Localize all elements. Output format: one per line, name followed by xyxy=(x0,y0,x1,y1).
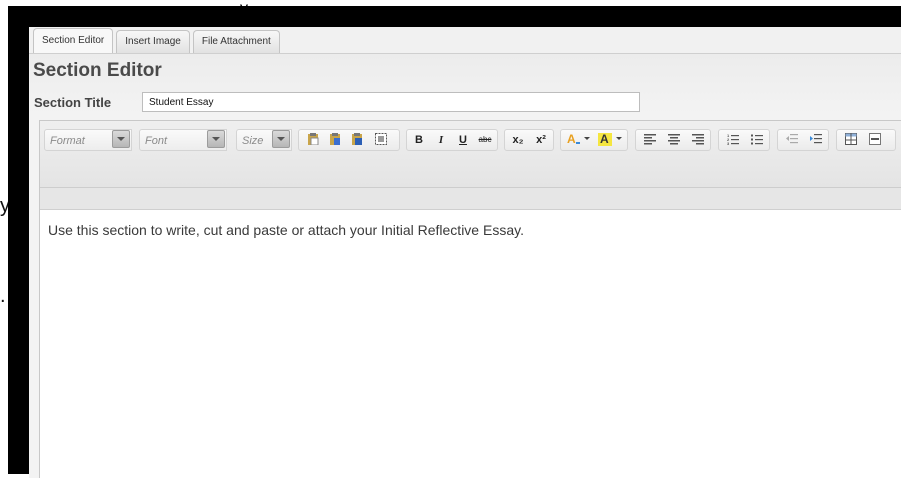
underline-button[interactable]: U xyxy=(453,130,473,150)
tab-insert-image[interactable]: Insert Image xyxy=(116,30,190,53)
section-title-row: Section Title xyxy=(34,90,640,114)
section-editor-panel: Section Editor Section Title Format Font xyxy=(29,53,901,478)
bulleted-list-icon[interactable] xyxy=(747,130,767,150)
tab-file-attachment[interactable]: File Attachment xyxy=(192,30,280,53)
svg-text:A: A xyxy=(600,132,609,146)
paste-text-icon[interactable] xyxy=(325,130,345,150)
text-color-icon[interactable]: A xyxy=(565,130,593,150)
script-group: x₂ x² xyxy=(504,129,554,151)
section-title-input[interactable] xyxy=(142,92,640,112)
align-center-icon[interactable] xyxy=(664,130,684,150)
select-all-icon[interactable] xyxy=(371,130,391,150)
table-group xyxy=(836,129,896,151)
background-page-text: . xyxy=(0,285,6,307)
strikethrough-button[interactable]: abc xyxy=(475,130,495,150)
screenshot-frame: Section Editor Insert Image File Attachm… xyxy=(8,6,901,478)
highlight-color-icon[interactable]: A xyxy=(597,130,625,150)
section-editor-window: Section Editor Insert Image File Attachm… xyxy=(29,27,901,478)
paste-word-icon[interactable] xyxy=(347,130,367,150)
subscript-button[interactable]: x₂ xyxy=(508,130,528,150)
color-group: A A xyxy=(560,129,628,151)
text-style-group: B I U abc xyxy=(406,129,498,151)
size-dropdown-arrow-icon[interactable] xyxy=(272,130,290,148)
page-title: Section Editor xyxy=(33,60,162,81)
rich-text-editor: Format Font Size B I U abc x₂ x² A A 1 2… xyxy=(39,120,901,478)
format-dropdown-arrow-icon[interactable] xyxy=(112,130,130,148)
svg-text:A: A xyxy=(567,132,576,146)
alignment-group xyxy=(635,129,711,151)
editor-toolbar: Format Font Size B I U abc x₂ x² A A 1 2… xyxy=(40,121,901,188)
horizontal-rule-icon[interactable] xyxy=(865,130,885,150)
list-group: 123 xyxy=(718,129,770,151)
size-dropdown[interactable]: Size xyxy=(236,129,292,151)
section-title-label: Section Title xyxy=(34,94,112,110)
svg-text:3: 3 xyxy=(727,141,730,145)
font-dropdown-arrow-icon[interactable] xyxy=(207,130,225,148)
numbered-list-icon[interactable]: 123 xyxy=(723,130,743,150)
indent-group xyxy=(777,129,829,151)
align-left-icon[interactable] xyxy=(640,130,660,150)
bold-button[interactable]: B xyxy=(409,130,429,150)
superscript-button[interactable]: x² xyxy=(531,130,551,150)
font-dropdown[interactable]: Font xyxy=(139,129,227,151)
paste-icon[interactable] xyxy=(303,130,323,150)
clipboard-group xyxy=(298,129,400,151)
table-icon[interactable] xyxy=(841,130,861,150)
align-right-icon[interactable] xyxy=(688,130,708,150)
tab-section-editor[interactable]: Section Editor xyxy=(33,28,114,53)
editor-instructions-text: Use this section to write, cut and paste… xyxy=(48,222,524,238)
outdent-icon[interactable] xyxy=(782,130,802,150)
editor-content-area[interactable]: Use this section to write, cut and paste… xyxy=(40,209,901,478)
tab-bar: Section Editor Insert Image File Attachm… xyxy=(29,27,901,53)
format-dropdown[interactable]: Format xyxy=(44,129,132,151)
indent-icon[interactable] xyxy=(806,130,826,150)
italic-button[interactable]: I xyxy=(431,130,451,150)
